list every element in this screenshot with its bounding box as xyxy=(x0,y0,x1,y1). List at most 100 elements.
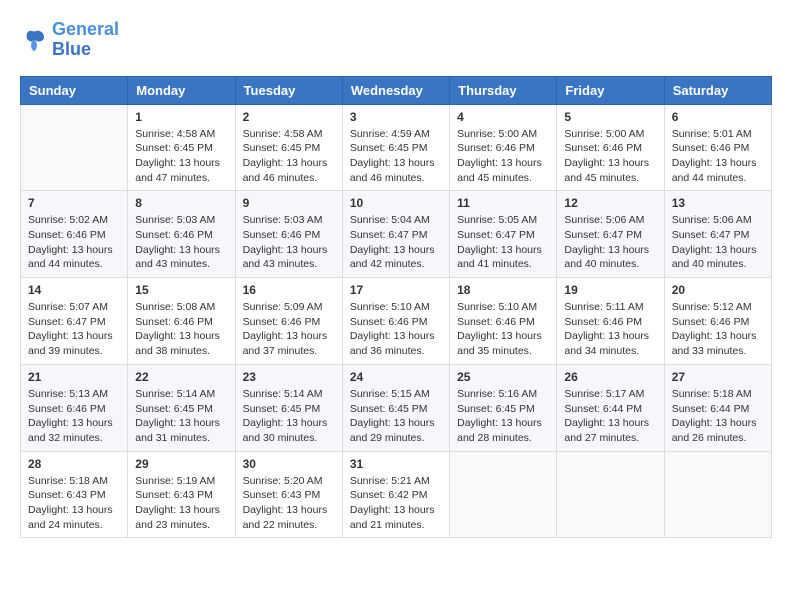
day-number: 24 xyxy=(350,370,442,384)
calendar-cell: 13 Sunrise: 5:06 AM Sunset: 6:47 PM Dayli… xyxy=(664,191,771,278)
day-info: Sunrise: 5:12 AM Sunset: 6:46 PM Dayligh… xyxy=(672,300,764,359)
calendar-header: SundayMondayTuesdayWednesdayThursdayFrid… xyxy=(21,76,772,104)
calendar-cell: 2Sunrise: 4:58 AM Sunset: 6:45 PM Daylig… xyxy=(235,104,342,191)
week-row-4: 28 Sunrise: 5:18 AM Sunset: 6:43 PM Dayli… xyxy=(21,451,772,538)
day-info: Sunrise: 5:02 AM Sunset: 6:46 PM Dayligh… xyxy=(28,213,120,272)
week-row-1: 7 Sunrise: 5:02 AM Sunset: 6:46 PM Daylig… xyxy=(21,191,772,278)
day-info: Sunrise: 5:06 AM Sunset: 6:47 PM Dayligh… xyxy=(672,213,764,272)
day-number: 15 xyxy=(135,283,227,297)
calendar-cell: 4 Sunrise: 5:00 AM Sunset: 6:46 PM Daylig… xyxy=(450,104,557,191)
day-number: 23 xyxy=(243,370,335,384)
calendar-cell xyxy=(21,104,128,191)
calendar-cell: 26 Sunrise: 5:17 AM Sunset: 6:44 PM Dayli… xyxy=(557,364,664,451)
day-number: 22 xyxy=(135,370,227,384)
day-info: Sunrise: 5:21 AM Sunset: 6:42 PM Dayligh… xyxy=(350,474,442,533)
week-row-3: 21 Sunrise: 5:13 AM Sunset: 6:46 PM Dayli… xyxy=(21,364,772,451)
page-header: General Blue xyxy=(20,20,772,60)
calendar-cell: 9 Sunrise: 5:03 AM Sunset: 6:46 PM Daylig… xyxy=(235,191,342,278)
calendar-cell xyxy=(450,451,557,538)
day-number: 9 xyxy=(243,196,335,210)
calendar-cell: 27 Sunrise: 5:18 AM Sunset: 6:44 PM Dayli… xyxy=(664,364,771,451)
day-number: 31 xyxy=(350,457,442,471)
day-info: Sunrise: 5:18 AM Sunset: 6:44 PM Dayligh… xyxy=(672,387,764,446)
day-info: Sunrise: 5:04 AM Sunset: 6:47 PM Dayligh… xyxy=(350,213,442,272)
calendar-cell: 11 Sunrise: 5:05 AM Sunset: 6:47 PM Dayli… xyxy=(450,191,557,278)
day-info: Sunrise: 5:00 AM Sunset: 6:46 PM Dayligh… xyxy=(564,127,656,186)
day-header-friday: Friday xyxy=(557,76,664,104)
day-header-tuesday: Tuesday xyxy=(235,76,342,104)
day-info: Sunrise: 5:13 AM Sunset: 6:46 PM Dayligh… xyxy=(28,387,120,446)
day-number: 3 xyxy=(350,110,442,124)
day-number: 2 xyxy=(243,110,335,124)
calendar-cell: 12Sunrise: 5:06 AM Sunset: 6:47 PM Dayli… xyxy=(557,191,664,278)
calendar-cell: 17Sunrise: 5:10 AM Sunset: 6:46 PM Dayli… xyxy=(342,278,449,365)
logo-icon xyxy=(20,26,48,54)
day-info: Sunrise: 5:03 AM Sunset: 6:46 PM Dayligh… xyxy=(243,213,335,272)
calendar-cell: 8Sunrise: 5:03 AM Sunset: 6:46 PM Daylig… xyxy=(128,191,235,278)
day-number: 7 xyxy=(28,196,120,210)
day-number: 18 xyxy=(457,283,549,297)
day-info: Sunrise: 5:17 AM Sunset: 6:44 PM Dayligh… xyxy=(564,387,656,446)
day-number: 12 xyxy=(564,196,656,210)
day-number: 8 xyxy=(135,196,227,210)
day-info: Sunrise: 5:11 AM Sunset: 6:46 PM Dayligh… xyxy=(564,300,656,359)
day-info: Sunrise: 5:05 AM Sunset: 6:47 PM Dayligh… xyxy=(457,213,549,272)
calendar-cell: 3Sunrise: 4:59 AM Sunset: 6:45 PM Daylig… xyxy=(342,104,449,191)
calendar-cell: 7 Sunrise: 5:02 AM Sunset: 6:46 PM Daylig… xyxy=(21,191,128,278)
calendar-cell: 10 Sunrise: 5:04 AM Sunset: 6:47 PM Dayli… xyxy=(342,191,449,278)
calendar-cell: 31 Sunrise: 5:21 AM Sunset: 6:42 PM Dayli… xyxy=(342,451,449,538)
week-row-0: 1Sunrise: 4:58 AM Sunset: 6:45 PM Daylig… xyxy=(21,104,772,191)
day-info: Sunrise: 5:00 AM Sunset: 6:46 PM Dayligh… xyxy=(457,127,549,186)
header-row: SundayMondayTuesdayWednesdayThursdayFrid… xyxy=(21,76,772,104)
day-info: Sunrise: 5:18 AM Sunset: 6:43 PM Dayligh… xyxy=(28,474,120,533)
day-number: 25 xyxy=(457,370,549,384)
calendar-body: 1Sunrise: 4:58 AM Sunset: 6:45 PM Daylig… xyxy=(21,104,772,538)
calendar-cell: 23 Sunrise: 5:14 AM Sunset: 6:45 PM Dayli… xyxy=(235,364,342,451)
calendar-cell: 14 Sunrise: 5:07 AM Sunset: 6:47 PM Dayli… xyxy=(21,278,128,365)
calendar-cell: 22 Sunrise: 5:14 AM Sunset: 6:45 PM Dayli… xyxy=(128,364,235,451)
calendar-cell: 30Sunrise: 5:20 AM Sunset: 6:43 PM Dayli… xyxy=(235,451,342,538)
calendar-cell: 1Sunrise: 4:58 AM Sunset: 6:45 PM Daylig… xyxy=(128,104,235,191)
day-info: Sunrise: 5:16 AM Sunset: 6:45 PM Dayligh… xyxy=(457,387,549,446)
calendar-cell: 18Sunrise: 5:10 AM Sunset: 6:46 PM Dayli… xyxy=(450,278,557,365)
calendar-cell: 21 Sunrise: 5:13 AM Sunset: 6:46 PM Dayli… xyxy=(21,364,128,451)
day-info: Sunrise: 5:20 AM Sunset: 6:43 PM Dayligh… xyxy=(243,474,335,533)
calendar-cell: 5 Sunrise: 5:00 AM Sunset: 6:46 PM Daylig… xyxy=(557,104,664,191)
day-info: Sunrise: 5:01 AM Sunset: 6:46 PM Dayligh… xyxy=(672,127,764,186)
day-info: Sunrise: 5:14 AM Sunset: 6:45 PM Dayligh… xyxy=(243,387,335,446)
day-number: 27 xyxy=(672,370,764,384)
day-info: Sunrise: 5:07 AM Sunset: 6:47 PM Dayligh… xyxy=(28,300,120,359)
calendar-cell: 16Sunrise: 5:09 AM Sunset: 6:46 PM Dayli… xyxy=(235,278,342,365)
day-number: 26 xyxy=(564,370,656,384)
day-header-wednesday: Wednesday xyxy=(342,76,449,104)
calendar-table: SundayMondayTuesdayWednesdayThursdayFrid… xyxy=(20,76,772,539)
day-number: 14 xyxy=(28,283,120,297)
calendar-cell: 25 Sunrise: 5:16 AM Sunset: 6:45 PM Dayli… xyxy=(450,364,557,451)
week-row-2: 14 Sunrise: 5:07 AM Sunset: 6:47 PM Dayli… xyxy=(21,278,772,365)
day-info: Sunrise: 5:19 AM Sunset: 6:43 PM Dayligh… xyxy=(135,474,227,533)
day-header-thursday: Thursday xyxy=(450,76,557,104)
calendar-cell: 24 Sunrise: 5:15 AM Sunset: 6:45 PM Dayli… xyxy=(342,364,449,451)
day-number: 1 xyxy=(135,110,227,124)
day-number: 10 xyxy=(350,196,442,210)
logo: General Blue xyxy=(20,20,119,60)
day-number: 17 xyxy=(350,283,442,297)
day-number: 28 xyxy=(28,457,120,471)
day-number: 4 xyxy=(457,110,549,124)
day-number: 13 xyxy=(672,196,764,210)
day-number: 6 xyxy=(672,110,764,124)
day-number: 11 xyxy=(457,196,549,210)
calendar-cell: 28 Sunrise: 5:18 AM Sunset: 6:43 PM Dayli… xyxy=(21,451,128,538)
day-number: 21 xyxy=(28,370,120,384)
day-info: Sunrise: 5:14 AM Sunset: 6:45 PM Dayligh… xyxy=(135,387,227,446)
calendar-cell xyxy=(664,451,771,538)
calendar-cell: 20Sunrise: 5:12 AM Sunset: 6:46 PM Dayli… xyxy=(664,278,771,365)
calendar-cell: 29Sunrise: 5:19 AM Sunset: 6:43 PM Dayli… xyxy=(128,451,235,538)
day-header-sunday: Sunday xyxy=(21,76,128,104)
day-header-saturday: Saturday xyxy=(664,76,771,104)
calendar-cell: 19Sunrise: 5:11 AM Sunset: 6:46 PM Dayli… xyxy=(557,278,664,365)
calendar-cell xyxy=(557,451,664,538)
day-header-monday: Monday xyxy=(128,76,235,104)
day-number: 5 xyxy=(564,110,656,124)
day-info: Sunrise: 5:15 AM Sunset: 6:45 PM Dayligh… xyxy=(350,387,442,446)
